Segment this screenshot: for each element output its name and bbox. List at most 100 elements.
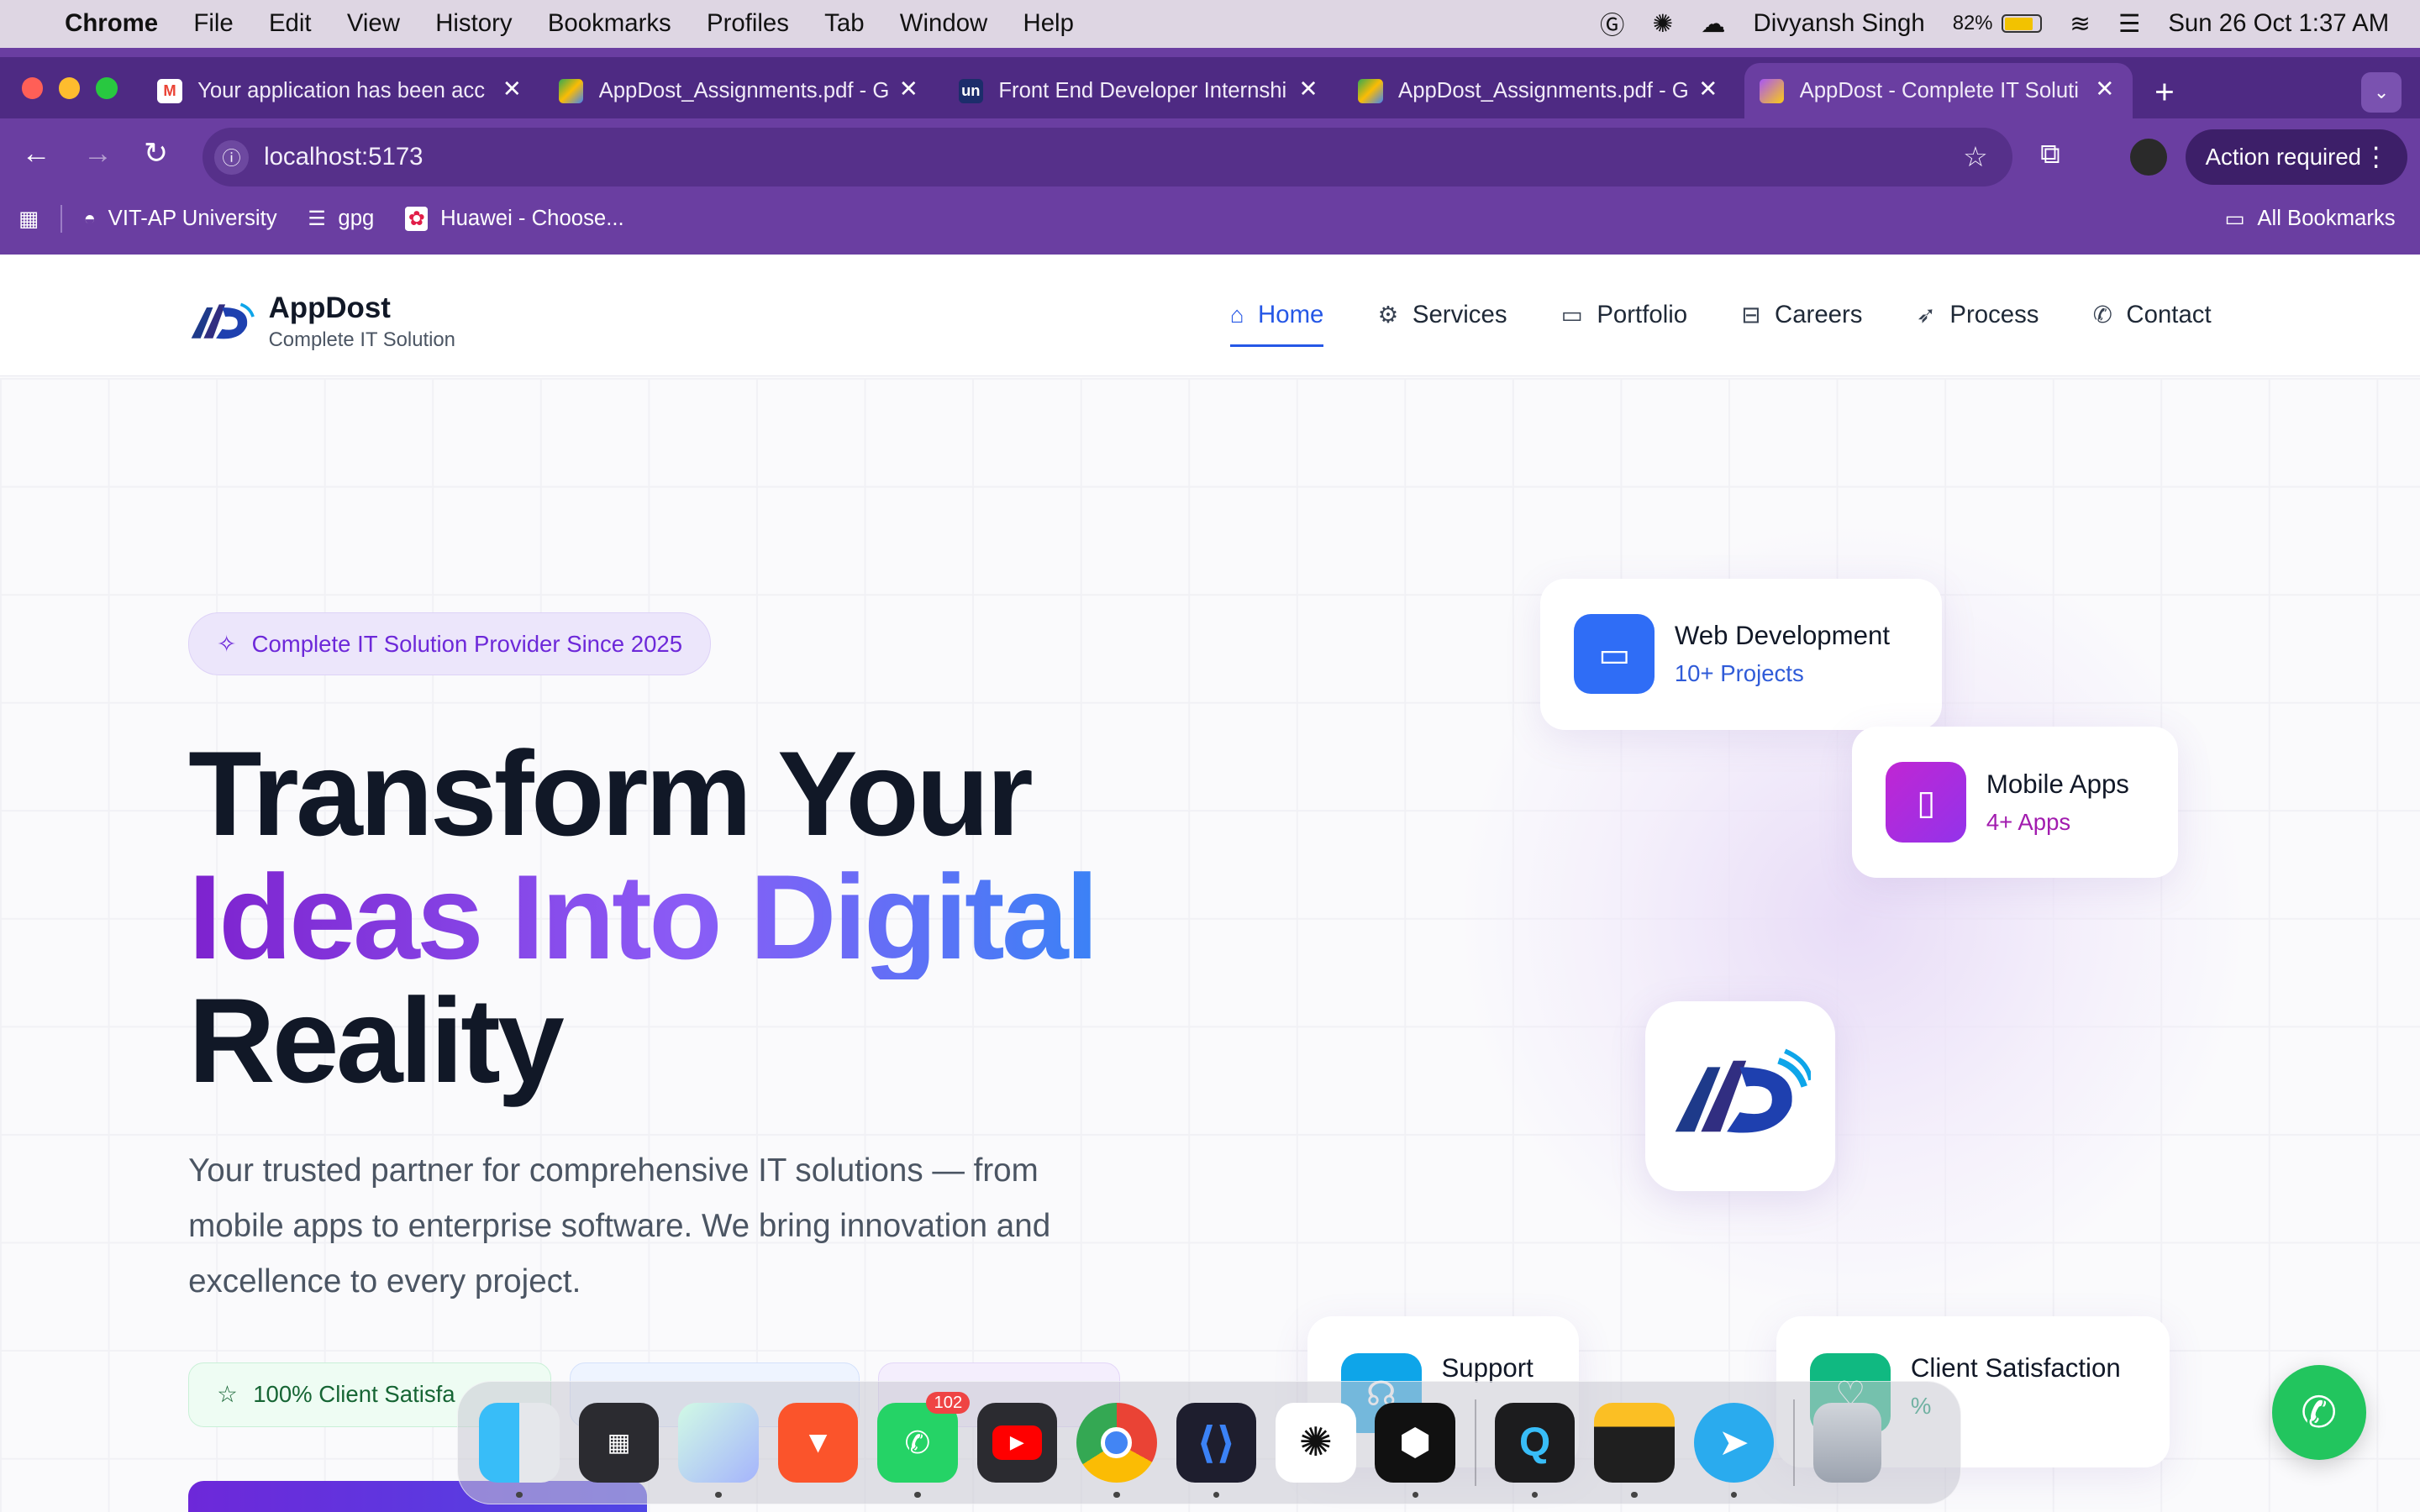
maximize-window-button[interactable]	[95, 76, 118, 99]
bookmark-item[interactable]: ☰ gpg	[308, 207, 374, 231]
openai-icon[interactable]: ✺	[1652, 9, 1673, 39]
star-icon: ☆	[217, 1381, 238, 1408]
wifi-icon[interactable]: ≋	[2070, 9, 2091, 39]
whatsapp-chat-button[interactable]: ✆	[2271, 1365, 2366, 1460]
nav-home[interactable]: ⌂ Home	[1229, 291, 1323, 348]
browser-tab[interactable]: AppDost_Assignments.pdf - G ✕	[1343, 63, 1736, 118]
menu-tab[interactable]: Tab	[824, 9, 864, 38]
battery-status[interactable]: 82%	[1953, 12, 2043, 35]
nav-services[interactable]: ⚙ Services	[1378, 291, 1507, 338]
browser-tab[interactable]: M Your application has been acc ✕	[142, 63, 540, 118]
menu-help[interactable]: Help	[1023, 9, 1074, 38]
menu-app-name[interactable]: Chrome	[65, 9, 158, 38]
appdost-logo-icon	[1676, 1048, 1812, 1133]
brave-icon[interactable]: ▼	[777, 1402, 859, 1483]
nav-process[interactable]: ➶ Process	[1917, 291, 2039, 338]
apps-grid-icon[interactable]: ▦	[18, 207, 39, 232]
close-window-button[interactable]	[21, 76, 44, 99]
drive-icon	[558, 78, 584, 104]
back-icon[interactable]: ←	[22, 137, 51, 171]
control-center-icon[interactable]: ☰	[2118, 9, 2140, 39]
vscode-icon[interactable]: ⟨⟩	[1176, 1402, 1257, 1499]
tab-title: AppDost_Assignments.pdf - G	[598, 78, 890, 102]
url-text[interactable]: localhost:5173	[264, 143, 423, 171]
telegram-icon[interactable]: ➤	[1693, 1402, 1775, 1499]
bookmark-star-icon[interactable]: ☆	[1963, 140, 1988, 174]
menu-window[interactable]: Window	[900, 9, 987, 38]
card-title: Client Satisfaction	[1910, 1352, 2121, 1383]
new-tab-icon[interactable]: +	[2154, 72, 2175, 112]
rocket-icon: ➶	[1916, 301, 1936, 328]
menubar-datetime[interactable]: Sun 26 Oct 1:37 AM	[2168, 9, 2389, 38]
launchpad-icon[interactable]: ▦	[578, 1402, 660, 1483]
browser-chrome: M Your application has been acc ✕ AppDos…	[0, 47, 2420, 255]
browser-tab[interactable]: AppDost_Assignments.pdf - G ✕	[544, 63, 937, 118]
menubar-user[interactable]: Divyansh Singh	[1754, 9, 1925, 38]
notes-icon[interactable]	[1594, 1402, 1675, 1499]
all-bookmarks-button[interactable]: ▭ All Bookmarks	[2224, 207, 2395, 232]
nav-contact[interactable]: ✆ Contact	[2093, 291, 2212, 338]
chrome-icon[interactable]	[1076, 1402, 1157, 1499]
huawei-icon: ✿	[405, 207, 429, 232]
tab-title: AppDost_Assignments.pdf - G	[1398, 78, 1689, 102]
close-tab-icon[interactable]: ✕	[899, 76, 918, 102]
nav-careers[interactable]: ⊟ Careers	[1741, 291, 1862, 338]
university-icon: ◓	[83, 207, 96, 230]
youtube-icon[interactable]: ▶	[976, 1402, 1058, 1483]
browser-tab-active[interactable]: AppDost - Complete IT Soluti ✕	[1744, 63, 2133, 119]
center-logo-card	[1644, 1001, 1835, 1191]
profile-avatar[interactable]	[2129, 139, 2167, 176]
close-tab-icon[interactable]: ✕	[1298, 76, 1318, 102]
menubar-status: Ⓖ ✺ ☁ Divyansh Singh 82% ≋ ☰ Sun 26 Oct …	[1600, 0, 2389, 48]
menu-view[interactable]: View	[347, 9, 400, 38]
bookmark-label: VIT-AP University	[108, 207, 277, 231]
bookmark-item[interactable]: ◓ VIT-AP University	[84, 207, 277, 231]
bookmark-item[interactable]: ✿ Huawei - Choose...	[405, 207, 624, 232]
drive-icon	[1358, 78, 1383, 104]
whatsapp-icon[interactable]: ✆ 102	[877, 1391, 971, 1499]
weather-icon[interactable]: ☁	[1701, 9, 1725, 39]
brand-name: AppDost	[268, 291, 391, 325]
close-tab-icon[interactable]: ✕	[1698, 76, 1718, 102]
hero-title-line1: Transform Your	[188, 727, 1034, 862]
close-tab-icon[interactable]: ✕	[502, 76, 522, 102]
menu-file[interactable]: File	[193, 9, 233, 38]
chatgpt-icon[interactable]: ✺	[1276, 1402, 1356, 1483]
more-menu-icon[interactable]: ⋮	[2363, 142, 2389, 172]
menu-edit[interactable]: Edit	[269, 9, 312, 38]
forward-icon[interactable]: →	[83, 137, 113, 171]
stat-pill-label: 100% Client Satisfa	[253, 1381, 455, 1408]
appdost-logo-icon	[191, 303, 255, 339]
menu-profiles[interactable]: Profiles	[707, 9, 789, 38]
all-bookmarks-label: All Bookmarks	[2257, 207, 2396, 231]
card-web-development: ▭ Web Development 10+ Projects	[1540, 578, 1942, 730]
extensions-icon[interactable]: ⧉	[2040, 139, 2060, 171]
tab-title: Your application has been acc	[197, 78, 486, 102]
tab-search-icon[interactable]: ⌄	[2361, 72, 2402, 113]
address-bar[interactable]: ⓘ localhost:5173 ☆	[202, 128, 2013, 187]
browser-tab[interactable]: un Front End Developer Internshi ✕	[943, 63, 1336, 118]
cursor-icon[interactable]: ⬢	[1375, 1402, 1455, 1499]
finder-icon[interactable]	[479, 1402, 560, 1499]
trash-icon[interactable]	[1812, 1402, 1881, 1483]
affinity-icon[interactable]	[678, 1402, 759, 1499]
sparkles-icon: ✧	[217, 630, 237, 657]
window-controls	[21, 76, 118, 99]
menu-bookmarks[interactable]: Bookmarks	[548, 9, 671, 38]
site-info-icon[interactable]: ⓘ	[214, 140, 249, 175]
briefcase-icon: ⊟	[1741, 301, 1761, 328]
reload-icon[interactable]: ↻	[144, 137, 168, 171]
list-icon: ☰	[308, 207, 326, 231]
card-mobile-apps: ▯ Mobile Apps 4+ Apps	[1852, 727, 2178, 879]
nav-portfolio[interactable]: ▭ Portfolio	[1561, 291, 1687, 338]
card-title: Mobile Apps	[1986, 769, 2129, 799]
minimize-window-button[interactable]	[58, 76, 81, 99]
grammarly-icon[interactable]: Ⓖ	[1600, 6, 1624, 41]
brand-logo[interactable]: AppDost Complete IT Solution	[188, 291, 455, 352]
menu-history[interactable]: History	[435, 9, 512, 38]
nav-label: Careers	[1775, 300, 1863, 328]
action-required-button[interactable]: Action required ⋮	[2185, 129, 2408, 186]
quicktime-icon[interactable]: Q	[1494, 1402, 1576, 1499]
bookmarks-bar: ▦ ◓ VIT-AP University ☰ gpg ✿ Huawei - Choo…	[0, 196, 2420, 242]
close-tab-icon[interactable]: ✕	[2095, 76, 2114, 102]
